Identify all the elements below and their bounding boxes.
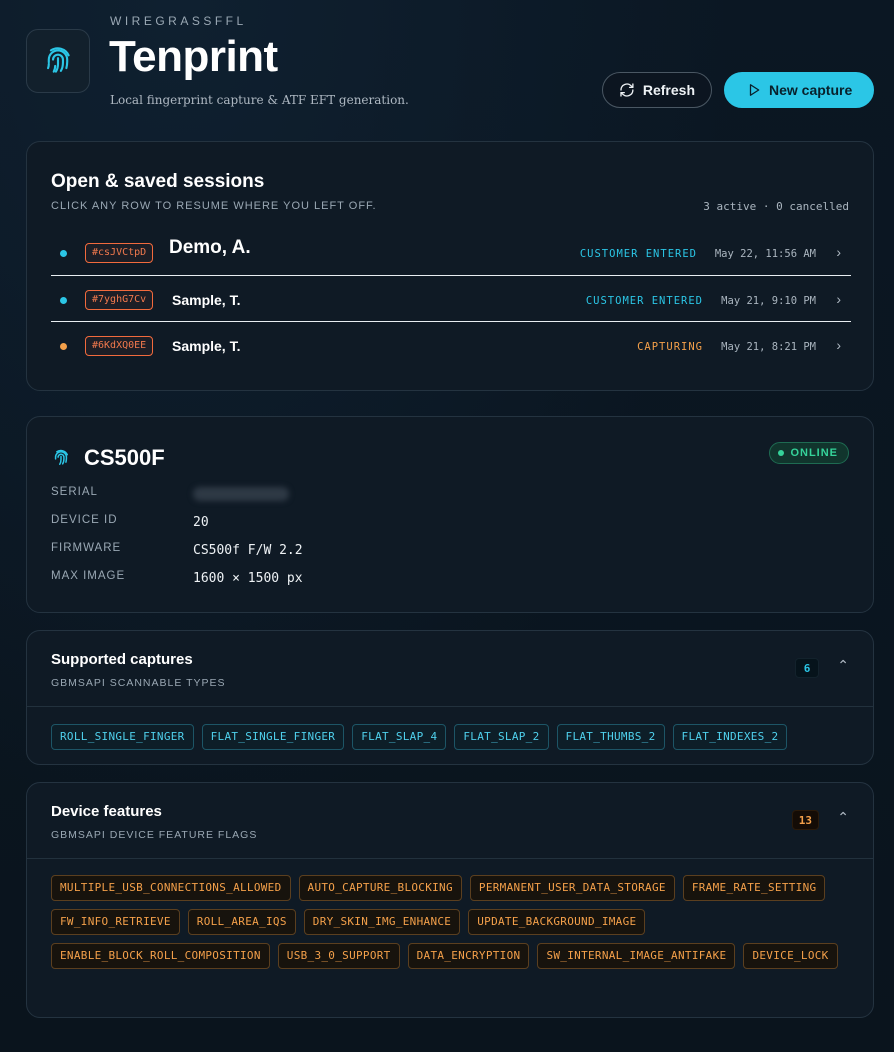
- session-status: CUSTOMER ENTERED: [579, 248, 697, 260]
- feature-chip: DEVICE_LOCK: [743, 943, 838, 969]
- sessions-title: Open & saved sessions: [51, 171, 265, 192]
- chevron-right-icon: ›: [836, 244, 841, 260]
- max-image-value: 1600 × 1500 px: [193, 571, 303, 586]
- capture-chip: FLAT_SINGLE_FINGER: [201, 724, 345, 750]
- refresh-label: Refresh: [642, 82, 695, 98]
- feature-chip: ROLL_AREA_IQS: [187, 909, 296, 935]
- feature-chip: FW_INFO_RETRIEVE: [51, 909, 180, 935]
- section-subtitle: GBMSAPI SCANNABLE TYPES: [51, 677, 226, 689]
- capture-chip: FLAT_INDEXES_2: [672, 724, 788, 750]
- session-id-tag: #6KdXQ0EE: [85, 336, 154, 356]
- feature-chip: AUTO_CAPTURE_BLOCKING: [298, 875, 462, 901]
- feature-chip: USB_3_0_SUPPORT: [277, 943, 400, 969]
- session-time: May 21, 9:10 PM: [721, 295, 816, 307]
- capture-chip: FLAT_SLAP_2: [454, 724, 549, 750]
- feature-chip: SW_INTERNAL_IMAGE_ANTIFAKE: [537, 943, 736, 969]
- session-row[interactable]: #7yghG7Cv Sample, T. CUSTOMER ENTERED Ma…: [51, 275, 851, 321]
- device-card: CS500F ONLINE SERIAL DEVICE ID 20 FIRMWA…: [26, 416, 874, 613]
- section-title: Device features: [51, 803, 162, 820]
- session-row[interactable]: #6KdXQ0EE Sample, T. CAPTURING May 21, 8…: [51, 321, 851, 367]
- feature-chip: DRY_SKIN_IMG_ENHANCE: [303, 909, 461, 935]
- chevron-right-icon: ›: [836, 291, 841, 307]
- count-badge: 13: [791, 810, 819, 830]
- status-badge-label: ONLINE: [790, 447, 838, 459]
- section-title: Supported captures: [51, 651, 193, 668]
- customer-name: Demo, A.: [169, 237, 251, 258]
- feature-chip: UPDATE_BACKGROUND_IMAGE: [468, 909, 646, 935]
- session-id-tag: #7yghG7Cv: [85, 290, 154, 310]
- firmware-value: CS500f F/W 2.2: [193, 543, 303, 558]
- device-id-value: 20: [193, 515, 209, 530]
- status-dot: [60, 297, 67, 304]
- online-dot: [778, 450, 785, 456]
- new-capture-button[interactable]: New capture: [724, 72, 874, 108]
- status-badge: ONLINE: [769, 442, 849, 464]
- session-time: May 21, 8:21 PM: [721, 341, 816, 353]
- app-logo: [26, 29, 90, 93]
- app-tagline: Local fingerprint capture & ATF EFT gene…: [110, 93, 409, 107]
- customer-name: Sample, T.: [172, 292, 241, 308]
- refresh-button[interactable]: Refresh: [602, 72, 712, 108]
- feature-chip: DATA_ENCRYPTION: [407, 943, 530, 969]
- session-row[interactable]: #csJVCtpD Demo, A. CUSTOMER ENTERED May …: [51, 231, 851, 275]
- device-id-label: DEVICE ID: [51, 514, 118, 526]
- new-capture-label: New capture: [769, 82, 853, 98]
- sessions-card: Open & saved sessions CLICK ANY ROW TO R…: [26, 141, 874, 391]
- divider: [27, 858, 873, 859]
- session-status: CUSTOMER ENTERED: [585, 295, 703, 307]
- customer-name: Sample, T.: [172, 338, 241, 354]
- serial-value-redacted: [193, 487, 289, 501]
- feature-chip-list: MULTIPLE_USB_CONNECTIONS_ALLOWED AUTO_CA…: [51, 875, 849, 969]
- sessions-summary: 3 active · 0 cancelled: [703, 200, 849, 213]
- fingerprint-icon: [47, 47, 70, 73]
- feature-chip: MULTIPLE_USB_CONNECTIONS_ALLOWED: [51, 875, 291, 901]
- max-image-label: MAX IMAGE: [51, 570, 126, 582]
- sessions-subtitle: CLICK ANY ROW TO RESUME WHERE YOU LEFT O…: [51, 200, 377, 212]
- status-dot: [60, 250, 67, 257]
- firmware-label: FIRMWARE: [51, 542, 122, 554]
- device-features-section: Device features GBMSAPI DEVICE FEATURE F…: [26, 782, 874, 1018]
- feature-chip: ENABLE_BLOCK_ROLL_COMPOSITION: [51, 943, 270, 969]
- device-name: CS500F: [84, 445, 165, 470]
- session-id-tag: #csJVCtpD: [85, 243, 154, 263]
- supported-captures-section: Supported captures GBMSAPI SCANNABLE TYP…: [26, 630, 874, 765]
- session-time: May 22, 11:56 AM: [714, 248, 816, 260]
- play-icon: [749, 84, 760, 96]
- status-dot: [60, 343, 67, 350]
- feature-chip: FRAME_RATE_SETTING: [682, 875, 826, 901]
- capture-chip: FLAT_THUMBS_2: [556, 724, 665, 750]
- page-title: Tenprint: [109, 32, 278, 81]
- app-header: WIREGRASSFFL Tenprint Local fingerprint …: [26, 12, 874, 112]
- section-subtitle: GBMSAPI DEVICE FEATURE FLAGS: [51, 829, 258, 841]
- chevron-up-icon[interactable]: ⌃: [837, 809, 849, 826]
- capture-chip-list: ROLL_SINGLE_FINGER FLAT_SINGLE_FINGER FL…: [51, 724, 849, 750]
- chevron-right-icon: ›: [836, 337, 841, 353]
- feature-chip: PERMANENT_USER_DATA_STORAGE: [469, 875, 675, 901]
- fingerprint-icon: [54, 449, 68, 465]
- chevron-up-icon[interactable]: ⌃: [837, 657, 849, 674]
- divider: [27, 706, 873, 707]
- serial-label: SERIAL: [51, 486, 98, 498]
- capture-chip: ROLL_SINGLE_FINGER: [51, 724, 194, 750]
- session-status: CAPTURING: [637, 341, 703, 353]
- refresh-icon: [620, 83, 634, 97]
- brand-name: WIREGRASSFFL: [110, 14, 247, 28]
- count-badge: 6: [795, 658, 819, 678]
- capture-chip: FLAT_SLAP_4: [352, 724, 447, 750]
